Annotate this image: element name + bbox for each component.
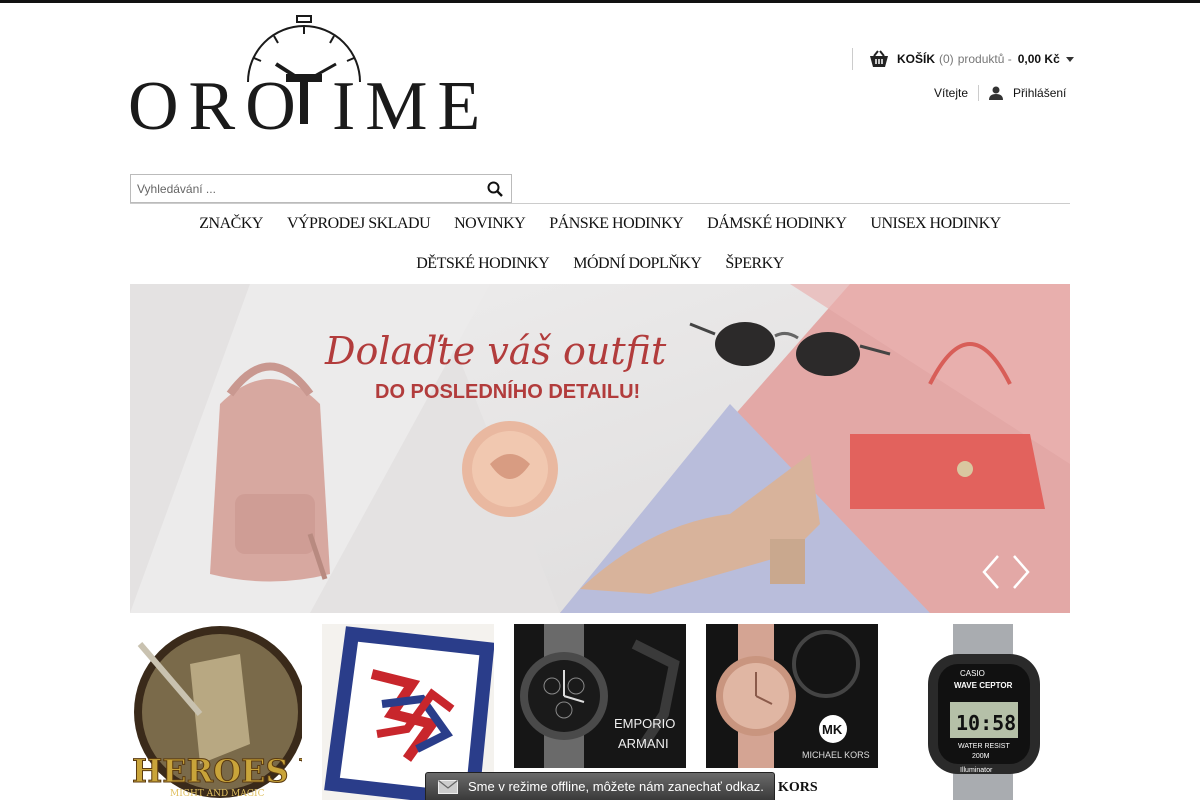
offline-chat-bar[interactable]: Sme v režime offline, môžete nám zanecha… [425, 772, 775, 800]
header-divider [130, 203, 1070, 204]
product-thumb-emporio-armani[interactable]: EMPORIO ARMANI [514, 624, 686, 768]
casio-brand: CASIO [960, 669, 985, 678]
chat-offline-text: Sme v režime offline, môžete nám zanecha… [468, 779, 764, 794]
casio-time: 10:58 [956, 711, 1016, 735]
slider-next-icon[interactable] [1010, 554, 1032, 590]
product-thumb-michael-kors[interactable]: MK MICHAEL KORS [706, 624, 878, 768]
banner-headline: Dolaďte váš outfit [324, 329, 667, 373]
armani-text: ARMANI [618, 736, 669, 751]
top-bar [0, 0, 1200, 3]
cart-price: 0,00 Kč [1017, 52, 1060, 66]
michael-kors-image: MK MICHAEL KORS [706, 624, 878, 768]
envelope-icon [438, 779, 458, 794]
heroes-image: HEROES V MIGHT AND MAGIC [132, 626, 302, 799]
product-thumb-casio[interactable]: CASIO WAVE CEPTOR 10:58 WATER RESIST 200… [898, 624, 1070, 800]
cart-summary[interactable]: KOŠÍK (0) produktů - 0,00 Kč [852, 48, 1074, 70]
michael-kors-text: MICHAEL KORS [802, 750, 870, 760]
casio-depth: 200M [972, 753, 990, 760]
heroes-title: HEROES V [132, 752, 302, 790]
hero-banner[interactable]: Dolaďte váš outfit DO POSLEDNÍHO DETAILU… [130, 284, 1070, 613]
main-nav-row-1: ZNAČKY VÝPRODEJ SKLADU NOVINKY PÁNSKE HO… [130, 212, 1070, 236]
nav-item-detske-hodinky[interactable]: DĚTSKÉ HODINKY [404, 252, 561, 276]
emporio-text: EMPORIO [614, 716, 675, 731]
cart-label: KOŠÍK [897, 52, 936, 66]
login-link[interactable]: Přihlášení [979, 85, 1066, 101]
product-thumb-heroes[interactable]: HEROES V MIGHT AND MAGIC [130, 624, 302, 800]
nav-item-modni-doplnky[interactable]: MÓDNÍ DOPLŇKY [561, 252, 713, 276]
casio-model: WAVE CEPTOR [954, 681, 1013, 690]
nav-item-damske-hodinky[interactable]: DÁMSKÉ HODINKY [695, 212, 858, 236]
user-icon [989, 86, 1004, 100]
casio-watch-image: CASIO WAVE CEPTOR 10:58 WATER RESIST 200… [898, 624, 1070, 800]
basket-icon [870, 50, 888, 67]
mk-logo-text: MK [822, 722, 843, 737]
site-logo[interactable]: ORO IME [128, 14, 484, 142]
chevron-down-icon[interactable] [1065, 56, 1074, 62]
main-nav-row-2: DĚTSKÉ HODINKY MÓDNÍ DOPLŇKY ŠPERKY [130, 252, 1070, 276]
heroes-subtitle: MIGHT AND MAGIC [170, 789, 265, 799]
slider-prev-icon[interactable] [980, 554, 1002, 590]
nav-item-panske-hodinky[interactable]: PÁNSKE HODINKY [537, 212, 695, 236]
banner-subline: DO POSLEDNÍHO DETAILU! [375, 380, 640, 403]
user-links: Vítejte Přihlášení [934, 85, 1066, 101]
banner-artwork: Dolaďte váš outfit DO POSLEDNÍHO DETAILU… [130, 284, 1070, 613]
casio-water-resist: WATER RESIST [958, 743, 1010, 750]
logo-word-right: IME [332, 68, 491, 145]
welcome-link[interactable]: Vítejte [934, 85, 980, 101]
emporio-armani-image: EMPORIO ARMANI [514, 624, 686, 768]
nav-item-novinky[interactable]: NOVINKY [442, 212, 537, 236]
search-box [130, 174, 512, 203]
nav-item-znacky[interactable]: ZNAČKY [187, 212, 275, 236]
nav-item-unisex-hodinky[interactable]: UNISEX HODINKY [858, 212, 1012, 236]
product-caption[interactable]: KORS [778, 780, 818, 796]
cart-products-label: produktů - [957, 52, 1012, 66]
cart-count: (0) [939, 52, 954, 66]
nav-item-vyprodej-skladu[interactable]: VÝPRODEJ SKLADU [275, 212, 442, 236]
casio-illuminator: Illuminator [960, 767, 993, 774]
search-input[interactable] [131, 175, 471, 202]
login-label: Přihlášení [1013, 86, 1067, 100]
nav-item-sperky[interactable]: ŠPERKY [713, 252, 795, 276]
search-icon[interactable] [487, 181, 503, 197]
